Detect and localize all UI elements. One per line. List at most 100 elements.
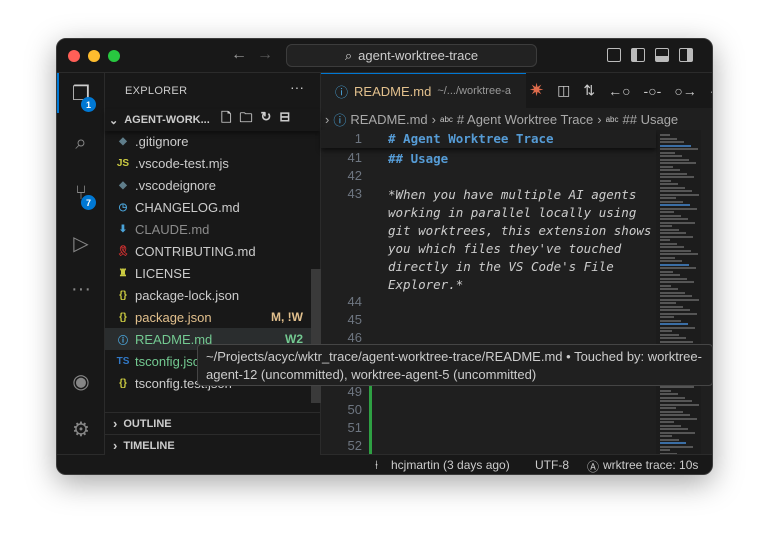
minimap-line (660, 207, 697, 210)
minimap-line (660, 386, 694, 388)
refresh-icon[interactable]: ↻ (260, 109, 271, 131)
vscode-window: ← → ⌕ agent-worktree-trace ❐ 1 ⌕ ⑂ 7 ▷ ·… (56, 38, 713, 475)
activity-bar: ❐ 1 ⌕ ⑂ 7 ▷ ··· ◉ ⚙ (57, 73, 105, 454)
sidebar-left-icon[interactable] (631, 48, 645, 62)
line-number: 52 (347, 438, 362, 453)
minimap-line (660, 302, 676, 304)
file-name: LICENSE (135, 265, 191, 281)
file-item[interactable]: ⬇ CLAUDE.md (105, 218, 311, 240)
open-preview-icon[interactable]: ◫ (557, 82, 570, 99)
minimap-line (660, 141, 684, 143)
breadcrumb-heading[interactable]: # Agent Worktree Trace (457, 112, 593, 127)
minimap-line (660, 197, 676, 199)
git-blame[interactable]: hcjmartin (3 days ago) (391, 458, 510, 472)
timeline-icon[interactable]: -○- (644, 83, 662, 99)
search-icon[interactable]: ⌕ (57, 123, 105, 163)
account-icon[interactable]: ◉ (57, 361, 105, 401)
file-item[interactable]: {} package-lock.json (105, 284, 311, 306)
chevron-right-icon: › (597, 111, 602, 127)
git-icon: ◆ (119, 135, 127, 147)
file-name: package-lock.json (135, 287, 240, 303)
minimap-line (660, 295, 692, 297)
line-number: 50 (347, 402, 362, 417)
new-file-icon[interactable]: 🗋 (221, 109, 231, 131)
code-area[interactable]: 1 # Agent Worktree Trace 41 ## Usage 42 43 *… (321, 130, 656, 474)
worktree-trace-status[interactable]: wrktree trace: 10s (603, 458, 698, 472)
breadcrumb: › ⓘ README.md › abc # Agent Worktree Trace… (321, 108, 712, 130)
claude-icon[interactable]: ✷ (529, 80, 544, 101)
info-icon: ⓘ (333, 112, 347, 128)
file-item[interactable]: 🎗 CONTRIBUTING.md (105, 240, 311, 262)
commit-icon: ⍿ (375, 458, 379, 472)
status-bar: ⍿ hcjmartin (3 days ago) UTF-8 Ⓐ wrktree… (57, 454, 712, 474)
panel-icon[interactable] (655, 48, 669, 62)
chevron-right-icon: › (431, 111, 436, 127)
search-text: agent-worktree-trace (358, 48, 479, 63)
string-icon: abc (440, 114, 453, 124)
file-tooltip: ~/Projects/acyc/wktr_trace/agent-worktre… (197, 344, 713, 386)
arrow-right-icon[interactable]: → (257, 46, 273, 64)
file-item[interactable]: ♜ LICENSE (105, 262, 311, 284)
file-item[interactable]: ◆ .gitignore (105, 130, 311, 152)
tab-label: README.md (354, 83, 432, 99)
minimap-line (660, 221, 695, 224)
minimap-line (660, 218, 688, 220)
minimap-line (660, 330, 672, 332)
tab-path: ~/.../worktree-a (437, 85, 511, 97)
minimap-line (660, 274, 680, 276)
minimap-line (660, 239, 670, 241)
chevron-right-icon: › (113, 416, 118, 431)
string-icon: abc (605, 114, 619, 124)
ribbon-icon: 🎗 (116, 245, 130, 257)
chevron-right-icon: › (113, 438, 118, 453)
more-actions-icon[interactable]: ··· (290, 79, 304, 95)
editor-actions: ✷ ◫ ⇅ ←○ -○- ○→ ··· (526, 73, 712, 108)
ts-icon: TS (116, 355, 130, 367)
close-window-button[interactable] (68, 50, 80, 62)
timeline-section[interactable]: › TIMELINE (105, 434, 320, 456)
minimap[interactable] (656, 130, 701, 474)
outline-section[interactable]: › OUTLINE (105, 412, 320, 434)
minimap-line (660, 396, 685, 399)
minimap-line (660, 214, 681, 217)
more-actions-icon[interactable]: ··· (710, 83, 712, 99)
minimap-line (660, 326, 695, 329)
minimize-window-button[interactable] (88, 50, 100, 62)
previous-change-icon[interactable]: ←○ (608, 83, 630, 99)
minimap-line (660, 232, 686, 234)
minimap-line (660, 407, 676, 409)
minimap-line (660, 417, 697, 420)
collapse-all-icon[interactable]: ⊟ (279, 109, 290, 131)
breadcrumb-subheading[interactable]: ## Usage (623, 112, 679, 127)
breadcrumb-file[interactable]: README.md (350, 112, 427, 127)
folder-header[interactable]: ⌄ AGENT-WORK... 🗋 🗀 ↻ ⊟ (105, 109, 320, 131)
file-item[interactable]: JS .vscode-test.mjs (105, 152, 311, 174)
more-icon[interactable]: ··· (57, 269, 105, 309)
new-folder-icon[interactable]: 🗀 (239, 109, 252, 131)
minimap-line (660, 246, 684, 248)
license-icon: ♜ (118, 267, 128, 279)
run-debug-icon[interactable]: ▷ (57, 223, 105, 263)
next-change-icon[interactable]: ○→ (674, 83, 696, 99)
minimap-line (660, 428, 688, 430)
file-item[interactable]: ◷ CHANGELOG.md (105, 196, 311, 218)
compare-changes-icon[interactable]: ⇅ (583, 82, 595, 99)
line-number: 51 (347, 420, 362, 435)
source-control-icon[interactable]: ⑂ (57, 173, 105, 213)
minimap-line (660, 204, 690, 206)
file-item[interactable]: ◆ .vscodeignore (105, 174, 311, 196)
maximize-window-button[interactable] (108, 50, 120, 62)
gear-icon[interactable]: ⚙ (57, 409, 105, 449)
layout-icon[interactable] (607, 48, 621, 62)
minimap-line (660, 260, 682, 262)
command-center-search[interactable]: ⌕ agent-worktree-trace (286, 44, 537, 67)
minimap-line (660, 162, 696, 164)
chevron-right-icon: › (325, 111, 330, 127)
sidebar-right-icon[interactable] (679, 48, 693, 62)
encoding[interactable]: UTF-8 (535, 458, 569, 472)
minimap-line (660, 309, 690, 311)
arrow-left-icon[interactable]: ← (231, 46, 247, 64)
file-item[interactable]: {} package.json M, !W (105, 306, 311, 328)
sticky-scroll[interactable]: 1 # Agent Worktree Trace (321, 130, 656, 148)
download-icon: ⬇ (118, 223, 128, 235)
